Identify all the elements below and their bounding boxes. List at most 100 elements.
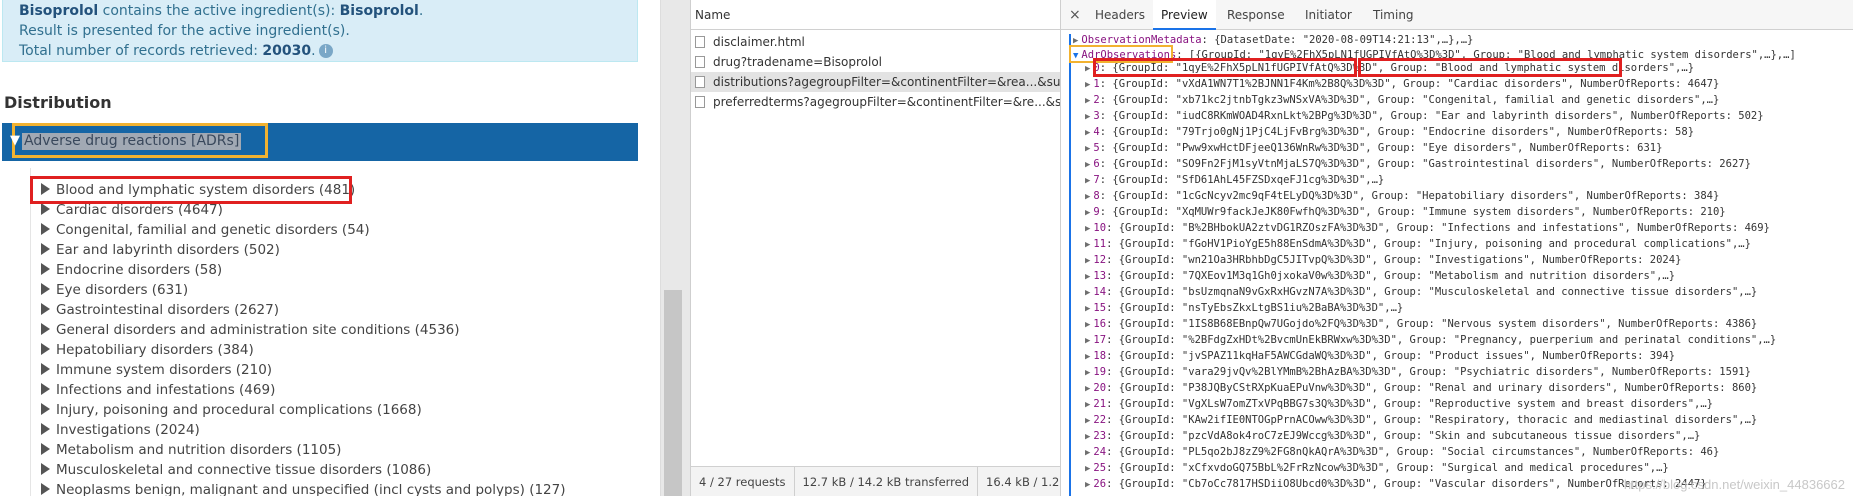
observation-row[interactable]: ▶ 21: {GroupId: "VgXLsW7omZTxVPqBBG7s3Q%3… xyxy=(1085,396,1713,412)
info-line-3: Total number of records retrieved: 20030… xyxy=(19,41,621,61)
caret-right-icon xyxy=(41,303,50,315)
observation-group: Immune system disorders xyxy=(1428,206,1574,218)
file-icon xyxy=(695,36,705,48)
observation-row[interactable]: ▶ 2: {GroupId: "xb71kc2jtnbTgkz3wNSxVA%3D… xyxy=(1085,92,1719,108)
metadata-value: {DatasetDate: "2020-08-09T14:21:13",…},…… xyxy=(1214,34,1474,46)
adr-item[interactable]: General disorders and administration sit… xyxy=(41,320,460,340)
observation-row[interactable]: ▶ 9: {GroupId: "XqMUWr9fackJeJK80FwfhQ%3D… xyxy=(1085,204,1726,220)
close-icon[interactable]: × xyxy=(1069,0,1081,30)
observation-sep: , Group: " xyxy=(1365,94,1429,106)
adr-accordion-header[interactable]: ▼ Adverse drug reactions [ADRs] xyxy=(2,123,638,161)
network-request-row[interactable]: drug?tradename=Bisoprolol xyxy=(691,52,1061,72)
observation-sep: , Group: " xyxy=(1371,286,1435,298)
adr-item[interactable]: Immune system disorders (210) xyxy=(41,360,272,380)
adr-item[interactable]: Investigations (2024) xyxy=(41,420,200,440)
tab-timing[interactable]: Timing xyxy=(1365,0,1422,30)
drug-name: Bisoprolol xyxy=(19,3,99,19)
caret-right-icon: ▶ xyxy=(1085,480,1091,490)
observation-group-id: pzcVdA8ok4roC7zEJ9Wccg%3D%3D xyxy=(1188,430,1366,442)
observation-sep: , Group: " xyxy=(1371,414,1435,426)
observation-sep: : {GroupId: " xyxy=(1099,110,1182,122)
observation-group: Cardiac disorders xyxy=(1453,78,1562,90)
observation-row[interactable]: ▶ 18: {GroupId: "jvSPAZ11kqHaF5AWCGdaWQ%3… xyxy=(1085,348,1675,364)
observation-sep: : {GroupId: " xyxy=(1106,254,1189,266)
observation-sep: : {GroupId: " xyxy=(1106,286,1189,298)
observation-group: Injury, poisoning and procedural complic… xyxy=(1434,238,1726,250)
observation-row[interactable]: ▶ 23: {GroupId: "pzcVdA8ok4roC7zEJ9Wccg%3… xyxy=(1085,428,1700,444)
adr-item-label: Musculoskeletal and connective tissue di… xyxy=(56,462,432,478)
observation-group-id: 7QXEov1M3q1Gh0jxokaV0w%3D%3D xyxy=(1188,270,1366,282)
adr-item[interactable]: Infections and infestations (469) xyxy=(41,380,275,400)
observation-row[interactable]: ▶ 1: {GroupId: "vXdA1WN7T1%2BJNN1F4Km%2B8… xyxy=(1085,76,1719,92)
adr-list: Blood and lymphatic system disorders (48… xyxy=(30,168,638,496)
adr-item[interactable]: Eye disorders (631) xyxy=(41,280,188,300)
file-icon xyxy=(695,76,705,88)
info-icon[interactable]: i xyxy=(318,44,333,58)
network-request-row[interactable]: preferredterms?agegroupFilter=&continent… xyxy=(691,92,1061,112)
name-column-header[interactable]: Name xyxy=(691,0,1061,30)
observation-group-id: 1cGcNcyv2mc9qF4tELyDQ%3D%3D xyxy=(1181,190,1353,202)
observation-sep: , Group: " xyxy=(1371,350,1435,362)
adr-item[interactable]: Neoplasms benign, malignant and unspecif… xyxy=(41,480,566,496)
adr-item[interactable]: Endocrine disorders (58) xyxy=(41,260,222,280)
observation-row[interactable]: ▶ 16: {GroupId: "1IS8B68EBnpQw7UGojdo%2FQ… xyxy=(1085,316,1757,332)
info-line-2: Result is presented for the active ingre… xyxy=(19,23,350,39)
observation-row[interactable]: ▶ 25: {GroupId: "xCfxvdoGQ75BbL%2FrRzNcow… xyxy=(1085,460,1669,476)
observation-row[interactable]: ▶ 8: {GroupId: "1cGcNcyv2mc9qF4tELyDQ%3D%… xyxy=(1085,188,1719,204)
observation-row[interactable]: ▶ 24: {GroupId: "PL5qo2bJ8zZ9%2FG8nQkAQrA… xyxy=(1085,444,1719,460)
tab-initiator[interactable]: Initiator xyxy=(1297,0,1360,30)
observation-row[interactable]: ▶ 7: {GroupId: "SfD61AhL45FZSDxqeFJ1cg%3D… xyxy=(1085,172,1384,188)
caret-right-icon xyxy=(41,443,50,455)
highlight-box-red xyxy=(30,176,352,204)
network-request-row[interactable]: disclaimer.html xyxy=(691,32,1061,52)
observation-tail: , NumberOfReports: 4386} xyxy=(1605,318,1758,330)
request-name: drug?tradename=Bisoprolol xyxy=(713,55,883,69)
observation-sep: , Group: " xyxy=(1371,238,1435,250)
observation-group-id: 1IS8B68EBnpQw7UGojdo%2FQ%3D%3D xyxy=(1188,318,1378,330)
adr-item[interactable]: Congenital, familial and genetic disorde… xyxy=(41,220,370,240)
tab-response[interactable]: Response xyxy=(1219,0,1293,30)
observation-sep: , Group: " xyxy=(1365,158,1429,170)
observation-index: 17 xyxy=(1093,334,1107,346)
observation-row[interactable]: ▶ 12: {GroupId: "wn21Oa3HRbhbDgC5JITvpQ%3… xyxy=(1085,252,1681,268)
observation-sep: : {GroupId: " xyxy=(1106,270,1189,282)
caret-right-icon: ▶ xyxy=(1085,208,1091,218)
page-scrollbar-thumb[interactable] xyxy=(664,290,682,496)
observation-tail: , NumberOfReports: 2627} xyxy=(1599,158,1751,170)
request-name: disclaimer.html xyxy=(713,35,805,49)
observation-row[interactable]: ▶ 14: {GroupId: "bsUzmqnaN9vGxRxHGvzN7A%3… xyxy=(1085,284,1757,300)
observation-group-id: bsUzmqnaN9vGxRxHGvzN7A%3D%3D xyxy=(1188,286,1366,298)
tab-headers[interactable]: Headers xyxy=(1087,0,1153,30)
observation-tail: , NumberOfReports: 4647} xyxy=(1567,78,1720,90)
observation-tail: ,…} xyxy=(1649,462,1669,474)
records-count: 20030 xyxy=(262,43,312,59)
adr-item[interactable]: Injury, poisoning and procedural complic… xyxy=(41,400,422,420)
observation-row[interactable]: ▶ 3: {GroupId: "iudC8RKmWOAD4RxnLkt%2BPg%… xyxy=(1085,108,1764,124)
adr-item[interactable]: Gastrointestinal disorders (2627) xyxy=(41,300,279,320)
adr-item[interactable]: Ear and labyrinth disorders (502) xyxy=(41,240,280,260)
observation-row[interactable]: ▶ 15: {GroupId: "nsTyEbsZkxLtgBS1iu%2BaBA… xyxy=(1085,300,1403,316)
observation-row[interactable]: ▶ 22: {GroupId: "KAw2ifIE0NTOGpPrnACOww%3… xyxy=(1085,412,1757,428)
observation-sep: : {GroupId: " xyxy=(1099,94,1182,106)
observation-row[interactable]: ▶ 5: {GroupId: "Pww9xwHctDFjeeQ136WnRw%3D… xyxy=(1085,140,1662,156)
observation-row[interactable]: ▶ 26: {GroupId: "Cb7oCc7817HSDiiO8Ubcd0%3… xyxy=(1085,476,1707,492)
observation-group-id: xb71kc2jtnbTgkz3wNSxVA%3D%3D xyxy=(1181,94,1359,106)
observation-row[interactable]: ▶ 20: {GroupId: "P38JQByCStRXpKuaEPuVnw%3… xyxy=(1085,380,1757,396)
observation-sep: , Group: " xyxy=(1384,318,1448,330)
observation-row[interactable]: ▶ 4: {GroupId: "79Trjo0gNj1PjC4LjFvBrg%3D… xyxy=(1085,124,1694,140)
observation-row[interactable]: ▶ 17: {GroupId: "%2BFdgZxHDt%2BvcmUnEkBRW… xyxy=(1085,332,1776,348)
observation-group: Eye disorders xyxy=(1428,142,1511,154)
adr-item[interactable]: Hepatobiliary disorders (384) xyxy=(41,340,254,360)
adr-item[interactable]: Metabolism and nutrition disorders (1105… xyxy=(41,440,341,460)
observation-row[interactable]: ▶ 13: {GroupId: "7QXEov1M3q1Gh0jxokaV0w%3… xyxy=(1085,268,1675,284)
observation-row[interactable]: ▶ 11: {GroupId: "fGoHV1PioYgE5h88EnSdmA%3… xyxy=(1085,236,1751,252)
web-page: Bisoprolol contains the active ingredien… xyxy=(0,0,660,496)
observation-row[interactable]: ▶ 6: {GroupId: "SO9Fn2FjM1syVtnMjaLS7Q%3D… xyxy=(1085,156,1751,172)
adr-item[interactable]: Musculoskeletal and connective tissue di… xyxy=(41,460,431,480)
tab-preview[interactable]: Preview xyxy=(1153,0,1216,30)
network-request-row[interactable]: distributions?agegroupFilter=&continentF… xyxy=(691,72,1061,92)
observation-sep: , Group: " xyxy=(1396,366,1461,378)
observation-row[interactable]: ▶ 10: {GroupId: "B%2BHbokUA2ztvDG1RZOszFA… xyxy=(1085,220,1770,236)
observation-index: 15 xyxy=(1093,302,1107,314)
observation-row[interactable]: ▶ 19: {GroupId: "vara29jvQv%2BlYMmB%2BhAz… xyxy=(1085,364,1751,380)
